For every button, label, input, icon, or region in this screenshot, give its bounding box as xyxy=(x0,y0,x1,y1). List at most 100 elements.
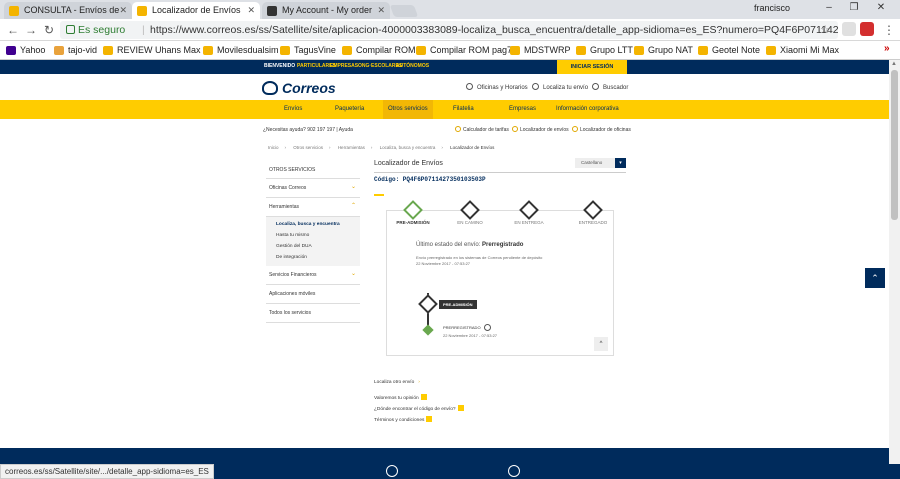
search-link[interactable]: Buscador xyxy=(592,83,628,91)
back-to-top-button[interactable]: ⌃ xyxy=(865,268,885,288)
menu-item-envios[interactable]: Envíos xyxy=(284,106,302,112)
search-icon xyxy=(592,83,599,90)
breadcrumb-item[interactable]: Inicio xyxy=(268,145,279,150)
track-another-link[interactable]: Localiza otro envío › xyxy=(374,380,420,385)
menu-icon[interactable]: ⋮ xyxy=(882,23,896,37)
back-icon[interactable]: ← xyxy=(6,23,20,37)
info-icon[interactable] xyxy=(483,324,491,331)
menu-item-empresas[interactable]: Empresas xyxy=(509,106,536,112)
offices-link[interactable]: Oficinas y Horarios xyxy=(466,83,528,91)
bookmark-item[interactable]: tajo-vid xyxy=(52,44,97,57)
bookmarks-bar: Yahoo tajo-vid REVIEW Uhans Max 2 Movile… xyxy=(0,41,900,60)
footer-icon[interactable] xyxy=(386,465,398,477)
topbar-link[interactable]: AUTÓNOMOS xyxy=(396,63,429,69)
forward-icon[interactable]: → xyxy=(24,23,38,37)
reload-icon[interactable]: ↻ xyxy=(42,23,56,37)
topbar-link[interactable]: EMPRESAS xyxy=(330,63,358,69)
sidebar-subitem[interactable]: Hasta tu mismo xyxy=(276,230,360,241)
office-finder-link[interactable]: Localizador de oficinas xyxy=(572,126,631,133)
breadcrumb-item[interactable]: Otros servicios xyxy=(293,145,323,150)
feedback-link[interactable]: Valoremos tu opinión xyxy=(374,394,427,401)
scroll-up-icon[interactable]: ▲ xyxy=(891,61,897,67)
folder-icon xyxy=(766,46,776,55)
breadcrumb-item[interactable]: Herramientas xyxy=(338,145,365,150)
bookmark-item[interactable]: Grupo LTT xyxy=(574,44,633,57)
bookmark-item[interactable]: MDSTWRP xyxy=(508,44,571,57)
close-tab-icon[interactable]: ✕ xyxy=(377,2,385,19)
tracker-link[interactable]: Localizador de envíos xyxy=(512,126,569,133)
sidebar-item-herramientas[interactable]: Herramientas ⌃ xyxy=(266,198,360,217)
more-bookmarks-button[interactable]: » xyxy=(884,43,890,54)
calculator-icon xyxy=(455,126,461,132)
new-tab-button[interactable] xyxy=(389,5,419,17)
bookmark-item[interactable]: Movilesdualsim xyxy=(201,44,279,57)
sidebar-subitem[interactable]: De integración xyxy=(276,252,360,263)
language-select[interactable]: Castellano xyxy=(575,158,615,168)
menu-item-paqueteria[interactable]: Paquetería xyxy=(335,106,364,112)
tab-localizador[interactable]: Localizador de Envíos ✕ xyxy=(132,2,260,19)
bookmark-item[interactable]: Xiaomi Mi Max xyxy=(764,44,839,57)
minimize-icon[interactable]: – xyxy=(820,2,838,13)
bookmark-item[interactable]: Grupo NAT xyxy=(632,44,693,57)
bookmark-item[interactable]: Compilar ROM pag7 xyxy=(414,44,512,57)
scrollbar-thumb[interactable] xyxy=(891,70,898,220)
truck-icon xyxy=(460,200,480,220)
menu-item-filatelia[interactable]: Filatelia xyxy=(453,106,474,112)
sidebar-item-financieros[interactable]: Servicios Financieros ⌄ xyxy=(266,266,360,285)
sidebar-item-oficinas[interactable]: Oficinas Correos ⌄ xyxy=(266,179,360,198)
sidebar-item-todos[interactable]: Todos los servicios xyxy=(266,304,360,323)
select-arrow-icon[interactable]: ▾ xyxy=(615,158,626,168)
pin-icon xyxy=(572,126,578,132)
restore-icon[interactable]: ❐ xyxy=(845,2,863,13)
folder-icon xyxy=(342,46,352,55)
bookmark-item[interactable]: Yahoo xyxy=(4,44,45,57)
user-icon[interactable] xyxy=(508,465,520,477)
menu-item-corporativa[interactable]: Información corporativa xyxy=(556,106,619,112)
tab-my-account[interactable]: My Account - My order ✕ xyxy=(262,2,390,19)
sidebar-item-apps[interactable]: Aplicaciones móviles xyxy=(266,285,360,304)
close-window-icon[interactable]: ✕ xyxy=(872,2,890,13)
breadcrumb: Inicio › Otros servicios › Herramientas › L… xyxy=(268,145,495,150)
post-horn-icon xyxy=(262,81,278,95)
correos-logo[interactable]: Correos xyxy=(262,80,336,96)
find-code-link[interactable]: ¿Dónde encontrar el código de envío? xyxy=(374,405,464,412)
login-button[interactable]: INICIAR SESIÓN xyxy=(557,60,627,74)
bookmark-item[interactable]: REVIEW Uhans Max 2 xyxy=(101,44,208,57)
extension-icon[interactable] xyxy=(860,22,874,36)
bookmark-item[interactable]: Compilar ROM xyxy=(340,44,416,57)
main-menu: Envíos Paquetería Otros servicios Filate… xyxy=(0,100,889,119)
sidebar-subitem[interactable]: Gestión del DUA xyxy=(276,241,360,252)
collapse-button[interactable]: ^ xyxy=(594,337,608,351)
correos-favicon-icon xyxy=(9,6,19,16)
topbar-link[interactable]: BIENVENIDO xyxy=(264,63,295,69)
profile-name[interactable]: francisco xyxy=(754,3,790,13)
help-text[interactable]: ¿Necesitas ayuda? 902 197 197 | Ayuda xyxy=(263,127,353,133)
close-tab-icon[interactable]: ✕ xyxy=(119,2,127,19)
sidebar-heading: OTROS SERVICIOS xyxy=(266,162,360,179)
folder-icon xyxy=(576,46,586,55)
close-tab-icon[interactable]: ✕ xyxy=(247,2,255,19)
divider xyxy=(374,172,626,173)
folder-icon xyxy=(510,46,520,55)
browser-chrome: CONSULTA - Envíos de ✕ Localizador de En… xyxy=(0,0,900,60)
tracking-card: PRE-ADMISIÓN EN CAMINO EN ENTREGA ENTREG… xyxy=(386,200,614,356)
sidebar-subitem-localiza[interactable]: Localiza, busca y encuentra xyxy=(276,219,360,230)
chevron-down-icon: ⌄ xyxy=(350,271,356,277)
bookmark-item[interactable]: Geotel Note xyxy=(696,44,760,57)
rates-link[interactable]: Calculador de tarifas xyxy=(455,126,509,133)
bookmark-item[interactable]: TagusVine xyxy=(278,44,336,57)
bookmark-star-icon[interactable]: ☆ xyxy=(820,21,830,39)
breadcrumb-item[interactable]: Localiza, busca y encuentra xyxy=(380,145,436,150)
track-link[interactable]: Localiza tu envío xyxy=(532,83,588,91)
page-scrollbar[interactable]: ▲ xyxy=(889,60,900,464)
external-link-icon xyxy=(457,405,464,411)
chevron-up-icon: ⌃ xyxy=(350,203,356,209)
extension-icon[interactable] xyxy=(842,22,856,36)
folder-icon xyxy=(416,46,426,55)
tab-consulta[interactable]: CONSULTA - Envíos de ✕ xyxy=(4,2,132,19)
address-bar[interactable]: Es seguro | https://www.correos.es/ss/Sa… xyxy=(60,21,838,39)
terms-link[interactable]: Términos y condiciones xyxy=(374,416,433,423)
chevron-right-icon: › xyxy=(418,380,420,385)
menu-item-otros-servicios[interactable]: Otros servicios xyxy=(383,100,433,119)
url-text[interactable]: https://www.correos.es/ss/Satellite/site… xyxy=(150,21,838,39)
